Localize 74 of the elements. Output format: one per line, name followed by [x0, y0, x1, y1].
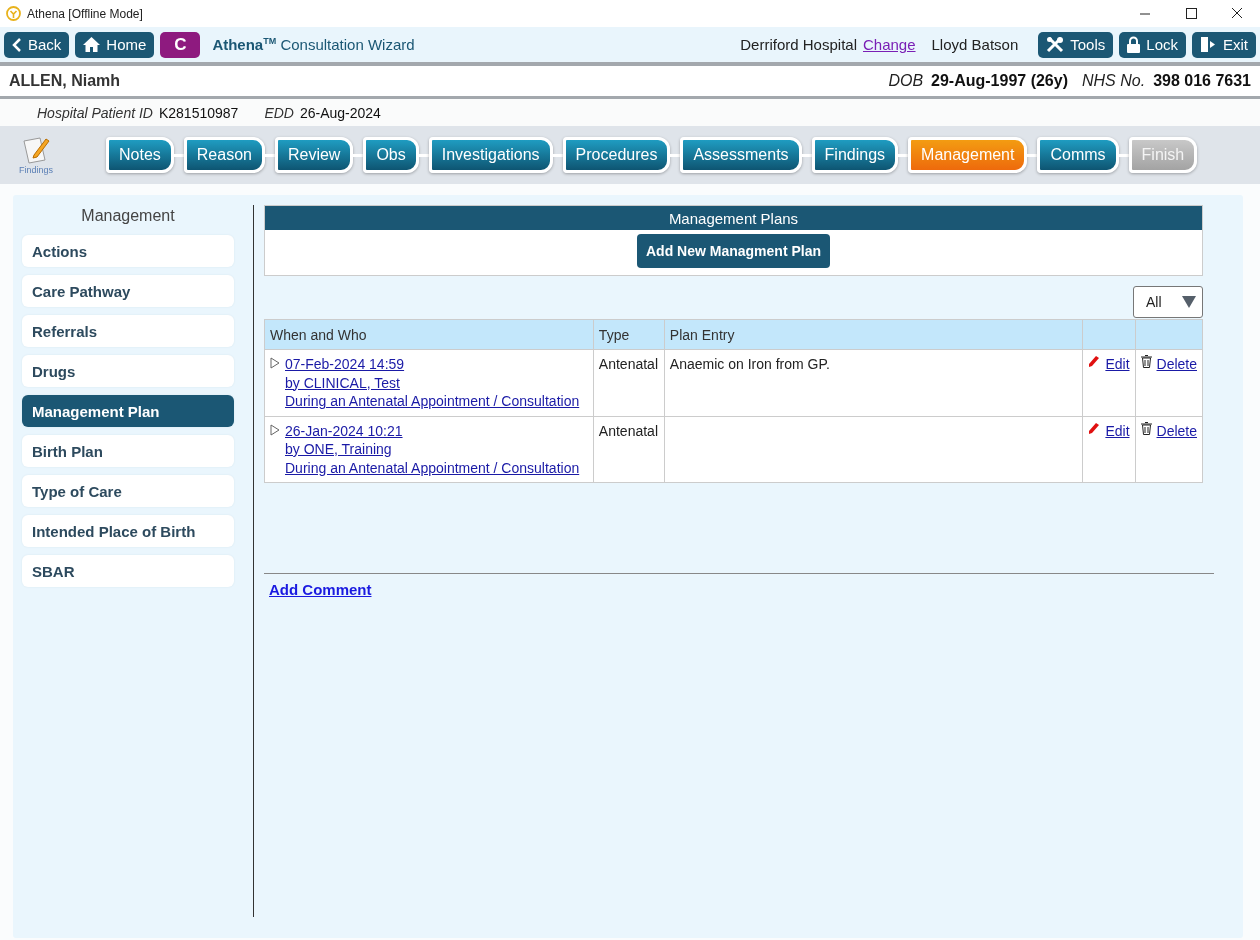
home-icon: [83, 37, 101, 52]
dob-label: DOB: [888, 72, 924, 90]
wizard-step-tab[interactable]: Procedures: [562, 137, 671, 173]
edit-link[interactable]: Edit: [1105, 355, 1130, 374]
context-link[interactable]: During an Antenatal Appointment / Consultation: [285, 392, 580, 411]
wizard-step-tab[interactable]: Obs: [363, 137, 419, 173]
date-time-link[interactable]: 26-Jan-2024 10:21: [285, 421, 580, 440]
edit-link[interactable]: Edit: [1105, 421, 1130, 440]
notepad-pencil-icon: [21, 135, 51, 165]
sidebar-item[interactable]: Drugs: [22, 355, 234, 387]
user-name: Lloyd Batson: [931, 36, 1019, 53]
context-badge[interactable]: C: [160, 31, 201, 58]
wizard-step-tab[interactable]: Findings: [811, 137, 899, 173]
expand-triangle-icon[interactable]: [270, 357, 280, 369]
filter-dropdown[interactable]: All: [1133, 286, 1203, 318]
wizard-step-tab[interactable]: Comms: [1037, 137, 1119, 173]
tools-button[interactable]: Tools: [1038, 31, 1114, 58]
dob-value: 29-Aug-1997 (26y): [931, 72, 1068, 90]
column-header: When and Who: [264, 319, 594, 350]
window-title: Athena [Offline Mode]: [27, 6, 143, 21]
sidebar-item[interactable]: Care Pathway: [22, 275, 234, 307]
sidebar-title: Management: [80, 206, 176, 225]
plan-type: Antenatal: [598, 422, 659, 439]
sidebar-item[interactable]: Actions: [22, 235, 234, 267]
wizard-step-tab[interactable]: Review: [274, 137, 354, 173]
hospital-id-value: K281510987: [158, 104, 239, 121]
column-header: Type: [593, 319, 665, 350]
dropdown-arrow-icon: [1182, 296, 1196, 308]
add-comment-link[interactable]: Add Comment: [269, 581, 1214, 598]
patient-name: ALLEN, Niamh: [9, 72, 121, 90]
hospital-name: Derriford Hospital: [740, 36, 857, 53]
plans-header: Management Plans: [265, 206, 1202, 230]
nhs-label: NHS No.: [1082, 72, 1146, 90]
exit-door-icon: [1200, 36, 1217, 53]
sidebar-item[interactable]: Type of Care: [22, 475, 234, 507]
wizard-step-tab[interactable]: Assessments: [680, 137, 802, 173]
sidebar-item[interactable]: Management Plan: [22, 395, 234, 427]
sidebar-item[interactable]: Intended Place of Birth: [22, 515, 234, 547]
delete-link[interactable]: Delete: [1156, 355, 1197, 374]
chevron-left-icon: [12, 37, 22, 52]
add-plan-button[interactable]: Add New Managment Plan: [637, 234, 830, 268]
app-logo-icon: [6, 6, 21, 21]
wizard-step-tab[interactable]: Notes: [106, 137, 174, 173]
app-title: Athena$^{TM}$ Consultation Wizard: [212, 36, 415, 53]
pencil-icon: [1088, 421, 1101, 434]
lock-button[interactable]: Lock: [1119, 31, 1186, 58]
edd-label: EDD: [264, 104, 294, 121]
home-button[interactable]: Home: [75, 31, 155, 58]
context-link[interactable]: During an Antenatal Appointment / Consultation: [285, 458, 580, 477]
exit-button[interactable]: Exit: [1192, 31, 1256, 58]
author-link[interactable]: by ONE, Training: [285, 440, 580, 459]
plan-type: Antenatal: [598, 356, 659, 372]
change-link[interactable]: Change: [863, 36, 916, 53]
delete-link[interactable]: Delete: [1156, 421, 1197, 440]
sidebar-item[interactable]: Referrals: [22, 315, 234, 347]
author-link[interactable]: by CLINICAL, Test: [285, 373, 580, 392]
sidebar-item[interactable]: Birth Plan: [22, 435, 234, 467]
lock-icon: [1127, 36, 1141, 53]
edd-value: 26-Aug-2024: [299, 104, 381, 121]
trash-icon: [1140, 421, 1152, 435]
sidebar-item[interactable]: SBAR: [22, 555, 234, 587]
wizard-step-tab[interactable]: Reason: [183, 137, 265, 173]
plan-entry: Anaemic on Iron from GP.: [669, 356, 830, 372]
nhs-number: 398 016 7631: [1153, 72, 1251, 90]
section-label: Findings: [19, 165, 53, 175]
hospital-id-label: Hospital Patient ID: [37, 104, 153, 121]
back-button[interactable]: Back: [4, 31, 70, 58]
wizard-step-tab[interactable]: Investigations: [428, 137, 553, 173]
date-time-link[interactable]: 07-Feb-2024 14:59: [285, 355, 580, 374]
column-header: Plan Entry: [664, 319, 1083, 350]
trash-icon: [1140, 355, 1152, 368]
tools-icon: [1046, 35, 1065, 54]
pencil-icon: [1088, 355, 1101, 367]
expand-triangle-icon[interactable]: [270, 423, 280, 436]
